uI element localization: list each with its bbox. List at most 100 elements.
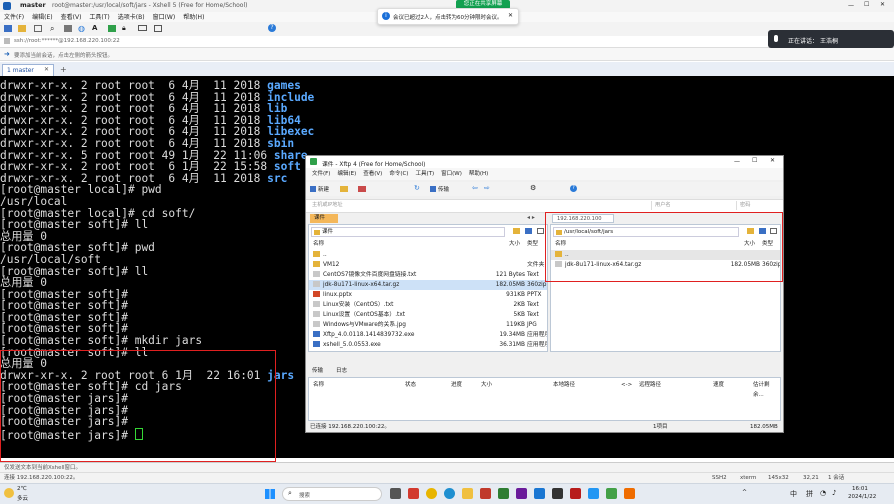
- menu-file[interactable]: 文件(F): [0, 12, 24, 21]
- xftp-close-icon[interactable]: ✕: [770, 157, 775, 164]
- left-view-icon[interactable]: [537, 228, 544, 234]
- transfer-column-header[interactable]: <->: [621, 380, 632, 390]
- tab-log[interactable]: 日志: [336, 366, 347, 376]
- network-icon[interactable]: ◔: [820, 489, 826, 497]
- vscode-icon[interactable]: [534, 488, 545, 499]
- xftp-menu-file[interactable]: 文件(F): [312, 171, 330, 177]
- disconnect-icon[interactable]: [358, 186, 366, 192]
- username-input[interactable]: 用户名: [651, 201, 735, 210]
- fullscreen-icon[interactable]: [154, 25, 162, 32]
- search-icon[interactable]: ⌕: [50, 24, 54, 34]
- taskbar-search[interactable]: ⌕ 搜索: [282, 487, 382, 501]
- clock-time[interactable]: 16:01: [852, 486, 868, 492]
- help-icon[interactable]: ?: [268, 24, 276, 32]
- minimize-icon[interactable]: —: [848, 2, 854, 9]
- xftp-maximize-icon[interactable]: ☐: [752, 157, 757, 164]
- xftp-icon[interactable]: [108, 25, 116, 32]
- address-bar[interactable]: ssh://root:******@192.168.220.100:22: [0, 36, 894, 48]
- font-icon[interactable]: A: [92, 24, 97, 32]
- transfer-column-header[interactable]: 名称: [313, 380, 324, 390]
- weather-icon[interactable]: [4, 488, 14, 498]
- tab-transfer[interactable]: 传输: [312, 366, 323, 376]
- start-icon[interactable]: [265, 489, 275, 499]
- app-icon-7[interactable]: [498, 488, 509, 499]
- chrome-icon[interactable]: [426, 488, 437, 499]
- file-row[interactable]: ..: [309, 250, 547, 260]
- add-session-arrow-icon[interactable]: ➜: [4, 50, 10, 58]
- app-icon-14[interactable]: [624, 488, 635, 499]
- left-col-type[interactable]: 类型: [527, 239, 538, 249]
- file-row[interactable]: linux.pptx 931KB PPTX: [309, 290, 547, 300]
- xftp-menu-edit[interactable]: 编辑(E): [337, 171, 356, 177]
- left-col-name[interactable]: 名称: [313, 239, 324, 249]
- menu-edit[interactable]: 编辑(E): [32, 12, 52, 21]
- left-col-size[interactable]: 大小: [509, 239, 520, 249]
- clock-date[interactable]: 2024/1/22: [848, 494, 876, 500]
- tray-expand-icon[interactable]: ^: [742, 489, 747, 496]
- file-row[interactable]: Linux安装（CentOS）.txt 2KB Text: [309, 300, 547, 310]
- transfer-column-header[interactable]: 速度: [713, 380, 724, 390]
- file-row[interactable]: xshell_5.0.0553.exe 36.31MB应用程序: [309, 340, 547, 350]
- help-circle-icon[interactable]: ?: [570, 185, 577, 192]
- left-path-bar[interactable]: 课件: [311, 227, 505, 237]
- left-pane-nav-icon[interactable]: ◂ ▸: [527, 214, 535, 221]
- settings-icon[interactable]: ⚙: [530, 184, 536, 192]
- copy-icon[interactable]: [34, 25, 42, 32]
- file-row[interactable]: Xftp_4.0.0118.1414839732.exe 19.34MB应用程序: [309, 330, 547, 340]
- password-input[interactable]: 密码: [736, 201, 785, 210]
- ime-chinese[interactable]: 中: [790, 489, 797, 499]
- app-icon-11[interactable]: [570, 488, 581, 499]
- file-row[interactable]: VM12 文件夹: [309, 260, 547, 270]
- notification-close-icon[interactable]: ✕: [508, 12, 513, 19]
- menu-tools[interactable]: 工具(T): [89, 12, 109, 21]
- file-row[interactable]: jdk-8u171-linux-x64.tar.gz 182.05MB 360zip: [309, 280, 547, 290]
- wps-icon[interactable]: [408, 488, 419, 499]
- edge-icon[interactable]: [444, 488, 455, 499]
- volume-icon[interactable]: ♪: [832, 489, 836, 497]
- lock-icon[interactable]: 🔒︎: [122, 24, 126, 33]
- transfer-column-header[interactable]: 进度: [451, 380, 462, 390]
- taskview-icon[interactable]: [390, 488, 401, 499]
- globe-icon[interactable]: ◍: [78, 24, 85, 33]
- app-icon-12[interactable]: [588, 488, 599, 499]
- new-session-icon[interactable]: [4, 25, 12, 32]
- xftp-menu-view[interactable]: 查看(V): [363, 171, 382, 177]
- left-tab[interactable]: 课件: [310, 214, 338, 223]
- menu-tabs[interactable]: 选项卡(B): [118, 12, 145, 21]
- menu-window[interactable]: 窗口(W): [153, 12, 176, 21]
- new-session-button[interactable]: 新建: [310, 185, 329, 193]
- refresh-icon[interactable]: ↻: [414, 184, 420, 192]
- xftp-menu-help[interactable]: 帮助(H): [469, 171, 488, 177]
- tab-add-icon[interactable]: +: [60, 65, 67, 74]
- app-icon-10[interactable]: [552, 488, 563, 499]
- tab-close-icon[interactable]: ✕: [44, 66, 49, 73]
- transfer-button[interactable]: 传输: [430, 185, 449, 193]
- xftp-menu-command[interactable]: 命令(C): [389, 171, 408, 177]
- folder-icon[interactable]: [340, 186, 348, 192]
- ime-pinyin[interactable]: 拼: [806, 489, 813, 499]
- file-row[interactable]: CentOS7镜像文件百度网盘链接.txt 121 Bytes Text: [309, 270, 547, 280]
- app-icon-8[interactable]: [516, 488, 527, 499]
- transfer-column-header[interactable]: 大小: [481, 380, 492, 390]
- xftp-taskbar-icon[interactable]: [606, 488, 617, 499]
- file-row[interactable]: Linux设置（CentOS基本）.txt 5KB Text: [309, 310, 547, 320]
- xftp-minimize-icon[interactable]: —: [734, 158, 740, 165]
- open-folder-icon[interactable]: [18, 25, 26, 32]
- left-arrow-icon[interactable]: ⇦: [472, 184, 478, 192]
- menu-help[interactable]: 帮助(H): [183, 12, 204, 21]
- transfer-column-header[interactable]: 状态: [405, 380, 416, 390]
- transfer-column-header[interactable]: 本地路径: [553, 380, 575, 390]
- explorer-icon[interactable]: [462, 488, 473, 499]
- xftp-menu-tools[interactable]: 工具(T): [415, 171, 434, 177]
- close-icon[interactable]: ✕: [880, 1, 885, 8]
- host-input[interactable]: 主机或IP地址: [312, 201, 642, 210]
- file-row[interactable]: Windows与VMware的关系.jpg 119KB JPG: [309, 320, 547, 330]
- left-home-icon[interactable]: [525, 228, 532, 234]
- print-icon[interactable]: [64, 25, 72, 32]
- transfer-column-header[interactable]: 远程路径: [639, 380, 661, 390]
- xshell-taskbar-icon[interactable]: [480, 488, 491, 499]
- xftp-menu-window[interactable]: 窗口(W): [441, 171, 462, 177]
- maximize-icon[interactable]: ☐: [864, 1, 869, 8]
- menu-view[interactable]: 查看(V): [61, 12, 82, 21]
- keyboard-icon[interactable]: [138, 25, 147, 31]
